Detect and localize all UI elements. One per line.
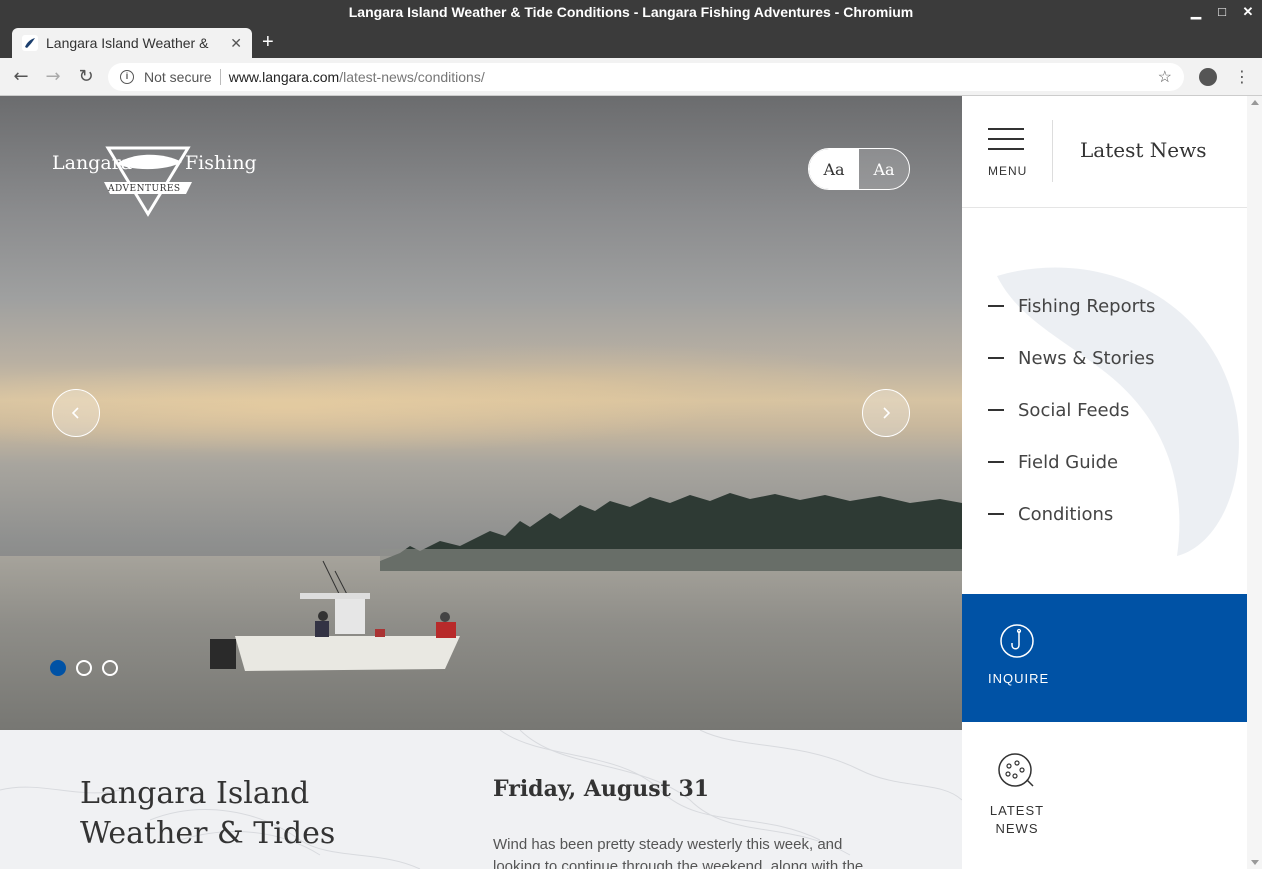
menu-button[interactable]: MENU <box>986 124 1032 184</box>
favicon-icon <box>22 35 38 51</box>
dash-icon <box>988 357 1004 359</box>
report-date: Friday, August 31 <box>493 776 710 802</box>
chevron-left-icon <box>71 407 79 419</box>
dash-icon <box>988 305 1004 307</box>
browser-toolbar: ← → ↻ i Not secure www.langara.com /late… <box>0 58 1262 96</box>
font-size-toggle: Aa Aa <box>808 148 910 190</box>
forward-button[interactable]: → <box>42 66 64 88</box>
slider-dots <box>50 660 118 676</box>
scroll-up-icon[interactable] <box>1251 100 1259 105</box>
nav-item-label: News & Stories <box>1018 347 1155 369</box>
sidebar-header: MENU Latest News <box>962 96 1247 208</box>
nav-item-social-feeds[interactable]: Social Feeds <box>988 384 1155 436</box>
scroll-down-icon[interactable] <box>1251 860 1259 865</box>
page-scrollbar[interactable] <box>1247 96 1262 869</box>
nav-item-label: Conditions <box>1018 503 1114 525</box>
conditions-content: Langara Island Weather & Tides Friday, A… <box>0 730 962 869</box>
site-logo[interactable]: Langara Fishing ADVENTURES <box>50 146 257 221</box>
hamburger-icon <box>988 128 1024 130</box>
security-status: Not secure <box>144 69 212 85</box>
latest-news-button[interactable]: LATEST NEWS <box>962 722 1247 869</box>
dash-icon <box>988 513 1004 515</box>
tab-title: Langara Island Weather & <box>46 35 209 51</box>
new-tab-button[interactable]: + <box>262 30 274 54</box>
hero-sky <box>0 336 962 456</box>
font-option-serif[interactable]: Aa <box>809 149 859 189</box>
section-nav: Fishing Reports News & Stories Social Fe… <box>988 280 1155 540</box>
section-title: Latest News <box>1080 138 1207 162</box>
tab-strip: Langara Island Weather & ✕ + <box>0 24 1262 58</box>
slider-dot-2[interactable] <box>76 660 92 676</box>
menu-label: MENU <box>988 164 1028 178</box>
web-page: Langara Fishing ADVENTURES Aa Aa Langara… <box>0 96 1262 869</box>
header-divider <box>1052 120 1053 182</box>
back-button[interactable]: ← <box>10 66 32 88</box>
browser-menu-icon[interactable]: ⋮ <box>1234 66 1250 88</box>
slider-dot-1[interactable] <box>50 660 66 676</box>
reload-button[interactable]: ↻ <box>75 66 97 88</box>
hero-slider: Langara Fishing ADVENTURES Aa Aa <box>0 96 962 730</box>
hero-boat <box>210 560 460 671</box>
bookmark-star-icon[interactable]: ☆ <box>1158 67 1172 87</box>
inquire-button[interactable]: INQUIRE <box>962 594 1247 722</box>
page-title: Langara Island Weather & Tides <box>80 776 336 851</box>
maximize-icon[interactable]: □ <box>1216 0 1228 24</box>
slider-dot-3[interactable] <box>102 660 118 676</box>
font-option-alt[interactable]: Aa <box>859 149 909 189</box>
url-host: www.langara.com <box>228 69 340 85</box>
minimize-icon[interactable]: ▁ <box>1190 0 1202 24</box>
nav-item-label: Field Guide <box>1018 451 1119 473</box>
browser-tab[interactable]: Langara Island Weather & ✕ <box>12 28 252 58</box>
hamburger-icon-line <box>988 138 1024 140</box>
hero-water <box>0 556 962 730</box>
window-controls: ▁ □ ✕ <box>1190 0 1254 24</box>
chevron-right-icon <box>883 407 891 419</box>
nav-item-fishing-reports[interactable]: Fishing Reports <box>988 280 1155 332</box>
nav-item-label: Fishing Reports <box>1018 295 1156 317</box>
nav-item-field-guide[interactable]: Field Guide <box>988 436 1155 488</box>
address-bar[interactable]: i Not secure www.langara.com /latest-new… <box>108 63 1184 91</box>
slider-prev-button[interactable] <box>52 389 100 437</box>
window-titlebar: Langara Island Weather & Tide Conditions… <box>0 0 1262 24</box>
logo-text-left: Langara <box>52 152 133 174</box>
sidebar: MENU Latest News Fishing Reports News & … <box>962 96 1247 869</box>
close-window-icon[interactable]: ✕ <box>1242 0 1254 24</box>
window-title: Langara Island Weather & Tide Conditions… <box>348 4 914 20</box>
profile-avatar-icon[interactable] <box>1199 68 1217 86</box>
omnibox-separator <box>219 69 221 85</box>
fishhook-icon <box>1000 624 1034 658</box>
report-body: Wind has been pretty steady westerly thi… <box>493 836 864 869</box>
nav-item-label: Social Feeds <box>1018 399 1130 421</box>
logo-text-right: Fishing <box>185 152 257 174</box>
inquire-label: INQUIRE <box>988 671 1050 686</box>
fishing-reel-icon <box>998 753 1034 787</box>
info-icon[interactable]: i <box>120 70 134 84</box>
slider-next-button[interactable] <box>862 389 910 437</box>
hamburger-icon-line <box>988 148 1024 150</box>
nav-item-conditions[interactable]: Conditions <box>988 488 1155 540</box>
tab-close-icon[interactable]: ✕ <box>230 35 242 52</box>
dash-icon <box>988 409 1004 411</box>
url-path: /latest-news/conditions/ <box>339 69 485 85</box>
nav-item-news-stories[interactable]: News & Stories <box>988 332 1155 384</box>
dash-icon <box>988 461 1004 463</box>
latest-news-label: LATEST NEWS <box>989 803 1045 836</box>
logo-banner-text: ADVENTURES <box>108 184 181 194</box>
